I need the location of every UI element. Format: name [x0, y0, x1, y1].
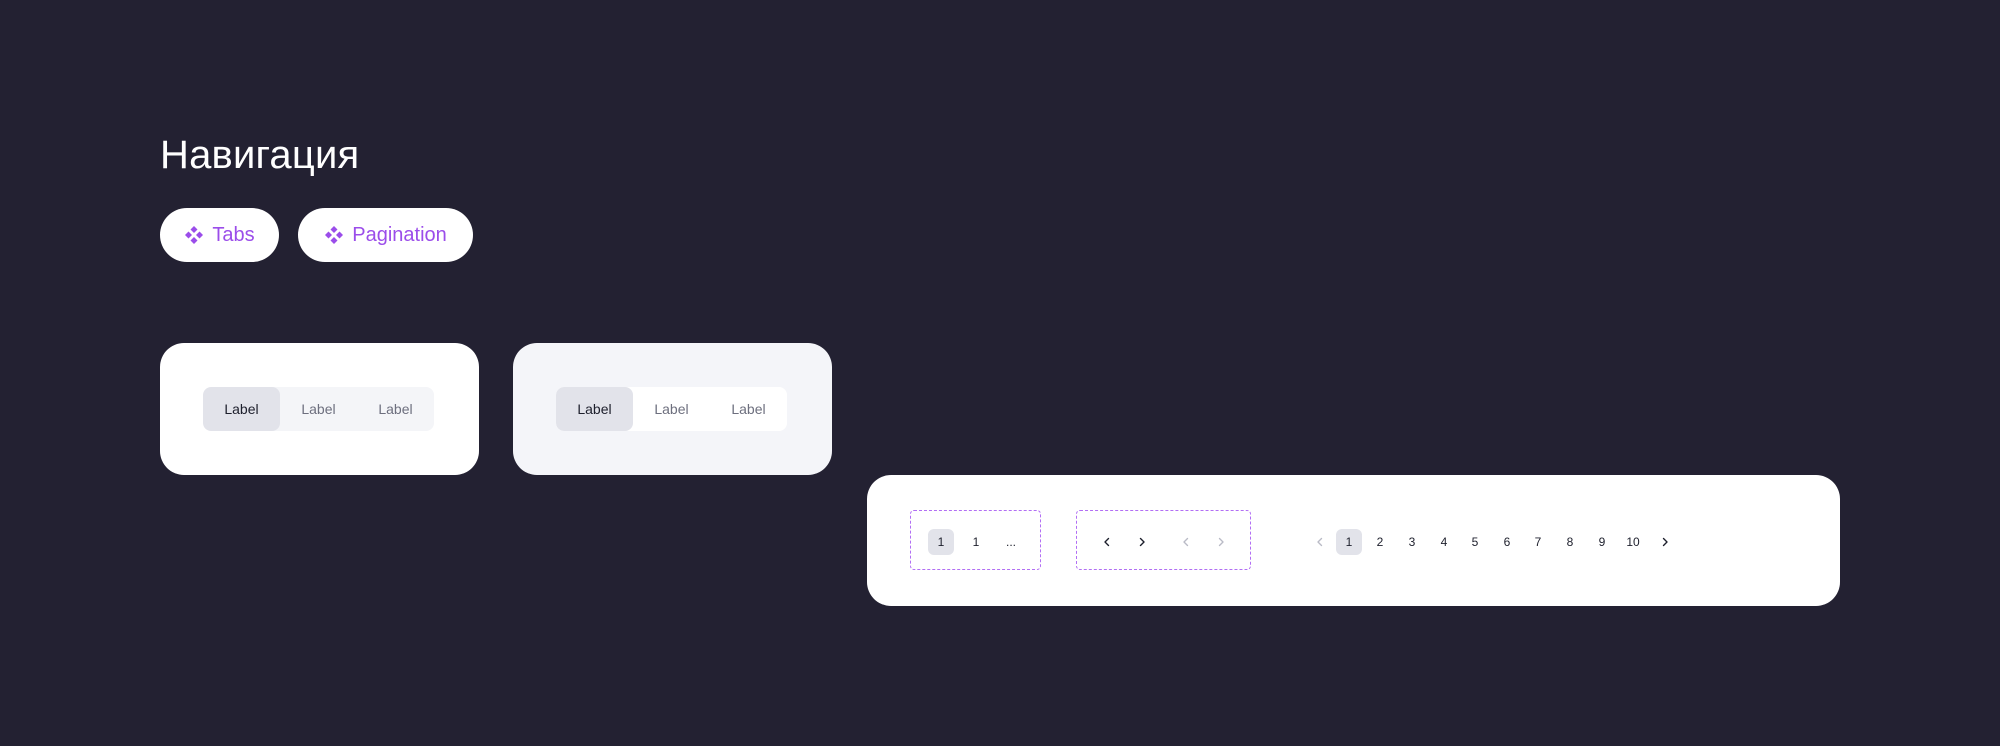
component-icon	[184, 225, 204, 245]
next-page-button[interactable]	[1652, 529, 1678, 555]
chevron-left-icon	[1183, 537, 1189, 547]
tab-2[interactable]: Label	[633, 387, 710, 431]
tabs-link-label: Tabs	[212, 223, 255, 246]
tabs-group: Label Label Label	[556, 387, 787, 431]
page-button-7[interactable]: 7	[1525, 529, 1551, 555]
chevron-right-icon	[1218, 537, 1224, 547]
page-button-8[interactable]: 8	[1557, 529, 1583, 555]
tab-1[interactable]: Label	[556, 387, 633, 431]
tab-3[interactable]: Label	[710, 387, 787, 431]
page-button[interactable]: 1	[963, 529, 989, 555]
tabs-group: Label Label Label	[203, 387, 434, 431]
tab-1[interactable]: Label	[203, 387, 280, 431]
page-button[interactable]: 1	[928, 529, 954, 555]
pagination-link-label: Pagination	[352, 223, 447, 246]
page-title: Навигация	[160, 133, 360, 177]
page-button-2[interactable]: 2	[1367, 529, 1393, 555]
prev-page-button-disabled	[1307, 529, 1333, 555]
chevron-right-icon	[1662, 537, 1668, 547]
pagination-card: 1 1 ... 1 2 3 4 5 6 7 8 9 10	[867, 475, 1840, 606]
chevron-right-icon	[1139, 537, 1145, 547]
tab-3[interactable]: Label	[357, 387, 434, 431]
next-page-button-disabled	[1208, 529, 1234, 555]
page-button-4[interactable]: 4	[1431, 529, 1457, 555]
page-button-1[interactable]: 1	[1336, 529, 1362, 555]
chevron-left-icon	[1317, 537, 1323, 547]
prev-page-button-disabled	[1173, 529, 1199, 555]
prev-page-button[interactable]	[1094, 529, 1120, 555]
pagination-link-button[interactable]: Pagination	[298, 208, 473, 262]
chevron-left-icon	[1104, 537, 1110, 547]
page-button-10[interactable]: 10	[1620, 529, 1646, 555]
ellipsis: ...	[1005, 535, 1016, 549]
page-button-6[interactable]: 6	[1494, 529, 1520, 555]
page-button-9[interactable]: 9	[1589, 529, 1615, 555]
component-icon	[324, 225, 344, 245]
page-button-3[interactable]: 3	[1399, 529, 1425, 555]
tabs-card-gray: Label Label Label	[513, 343, 832, 475]
tabs-card-white: Label Label Label	[160, 343, 479, 475]
next-page-button[interactable]	[1129, 529, 1155, 555]
tabs-link-button[interactable]: Tabs	[160, 208, 279, 262]
page-button-5[interactable]: 5	[1462, 529, 1488, 555]
tab-2[interactable]: Label	[280, 387, 357, 431]
